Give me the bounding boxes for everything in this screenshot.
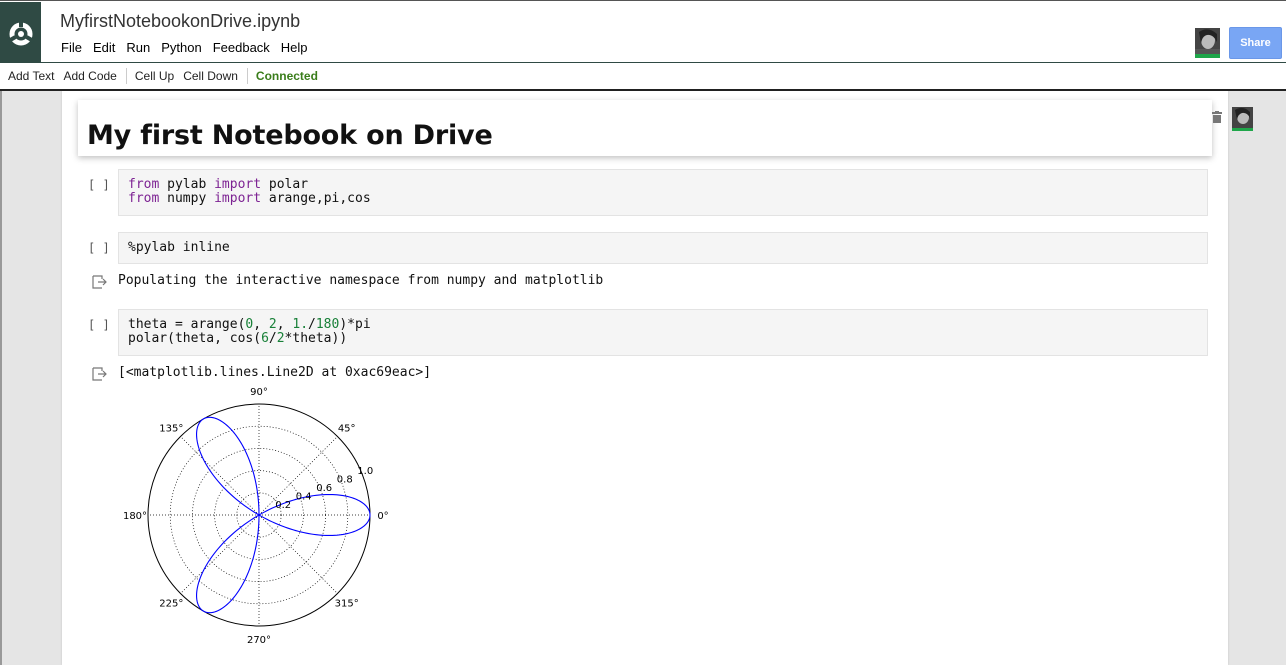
code-token: pylab: [159, 177, 215, 192]
code-token: from: [128, 177, 160, 192]
left-edge: [0, 91, 2, 665]
code-line: from pylab import polar: [128, 178, 1198, 192]
radial-tick-label: 0.2: [275, 500, 291, 511]
radial-tick-label: 0.6: [316, 483, 332, 494]
radial-tick-label: 0.4: [296, 491, 312, 502]
code-cell[interactable]: theta = arange(0, 2, 1./180)*pi polar(the…: [118, 309, 1208, 356]
output-icon: [92, 367, 107, 381]
code-token: 6: [261, 331, 269, 346]
code-token: theta = arange(: [128, 317, 246, 332]
cell-output: [<matplotlib.lines.Line2D at 0xac69eac>]: [118, 365, 432, 380]
menu-run[interactable]: Run: [126, 40, 150, 55]
menu-python[interactable]: Python: [161, 40, 201, 55]
menu-file[interactable]: File: [61, 40, 82, 55]
menu-bar: File Edit Run Python Feedback Help: [61, 40, 319, 55]
avatar-icon: [1232, 107, 1253, 128]
radial-tick-label: 0.8: [337, 474, 353, 485]
code-token: /: [268, 331, 277, 346]
code-token: /: [308, 317, 316, 332]
angle-tick-label: 45°: [338, 423, 356, 434]
angular-grid-line: [180, 514, 260, 594]
code-token: polar: [261, 177, 309, 192]
code-line: from numpy import arange,pi,cos: [128, 192, 1198, 206]
angular-grid-line: [180, 436, 260, 516]
code-cell[interactable]: from pylab import polar from numpy import…: [118, 169, 1208, 216]
angle-tick-label: 135°: [159, 423, 183, 434]
code-line: polar(theta, cos(6/2*theta)): [128, 332, 1198, 346]
notebook-heading: My first Notebook on Drive: [87, 120, 493, 151]
angle-tick-label: 270°: [247, 635, 271, 646]
notebook-title[interactable]: MyfirstNotebookonDrive.ipynb: [60, 11, 300, 32]
menu-feedback[interactable]: Feedback: [213, 40, 270, 55]
angle-tick-label: 0°: [377, 511, 388, 522]
logo-icon: [8, 21, 34, 46]
user-avatar[interactable]: [1195, 28, 1220, 58]
code-token: ,: [253, 317, 269, 332]
menu-help[interactable]: Help: [281, 40, 308, 55]
code-token: import: [214, 177, 262, 192]
code-token: *theta)): [284, 331, 348, 346]
output-icon: [92, 275, 107, 289]
radial-tick-label: 1.0: [357, 466, 373, 477]
code-token: )*pi: [339, 317, 371, 332]
connection-status: Connected: [255, 69, 318, 83]
code-token: 2: [268, 317, 277, 332]
avatar-icon: [1195, 28, 1220, 54]
angle-tick-label: 225°: [159, 599, 183, 610]
angle-tick-label: 90°: [250, 387, 268, 398]
notebook-toolbar: Add Text Add Code Cell Up Cell Down Conn…: [0, 62, 1286, 91]
cell-prompt: [ ]: [88, 241, 110, 255]
angular-grid-line: [258, 514, 338, 594]
code-token: 180: [315, 317, 340, 332]
angle-tick-label: 180°: [123, 511, 147, 522]
menu-edit[interactable]: Edit: [93, 40, 115, 55]
colab-logo[interactable]: [0, 2, 41, 63]
code-token: import: [214, 191, 262, 206]
toolbar-divider: [125, 68, 127, 84]
cell-prompt: [ ]: [88, 178, 110, 192]
cell-owner-avatar: [1232, 107, 1253, 131]
code-token: polar(theta, cos(: [128, 331, 262, 346]
cell-down-button[interactable]: Cell Down: [183, 69, 238, 83]
polar-plot: 0° 45° 90° 135° 180° 225° 270° 315° 0.2 0.4 0.6 0.8…: [123, 387, 389, 646]
code-line: theta = arange(0, 2, 1./180)*pi: [128, 318, 1198, 332]
angular-grid-line: [258, 436, 338, 516]
trash-icon[interactable]: [1212, 111, 1222, 123]
notebook-page: My first Notebook on Drive [ ] from pyla…: [62, 91, 1253, 665]
code-token: 1.: [292, 317, 309, 332]
toolbar-divider: [246, 68, 248, 84]
add-text-button[interactable]: Add Text: [8, 69, 54, 83]
cell-prompt: [ ]: [88, 318, 110, 332]
cell-output: Populating the interactive namespace fro…: [118, 273, 604, 288]
share-button[interactable]: Share: [1229, 27, 1282, 59]
code-token: ,: [276, 317, 293, 332]
code-token: arange,pi,cos: [261, 191, 371, 206]
code-token: numpy: [159, 191, 215, 206]
app-header: MyfirstNotebookonDrive.ipynb File Edit R…: [0, 0, 1286, 63]
text-cell[interactable]: My first Notebook on Drive: [78, 100, 1253, 156]
code-token: from: [128, 191, 160, 206]
add-code-button[interactable]: Add Code: [63, 69, 116, 83]
code-token: 2: [276, 331, 285, 346]
code-line: %pylab inline: [128, 241, 1198, 255]
code-token: %pylab inline: [128, 240, 230, 255]
cell-up-button[interactable]: Cell Up: [135, 69, 174, 83]
angle-tick-label: 315°: [335, 599, 359, 610]
code-cell[interactable]: %pylab inline: [118, 232, 1208, 264]
